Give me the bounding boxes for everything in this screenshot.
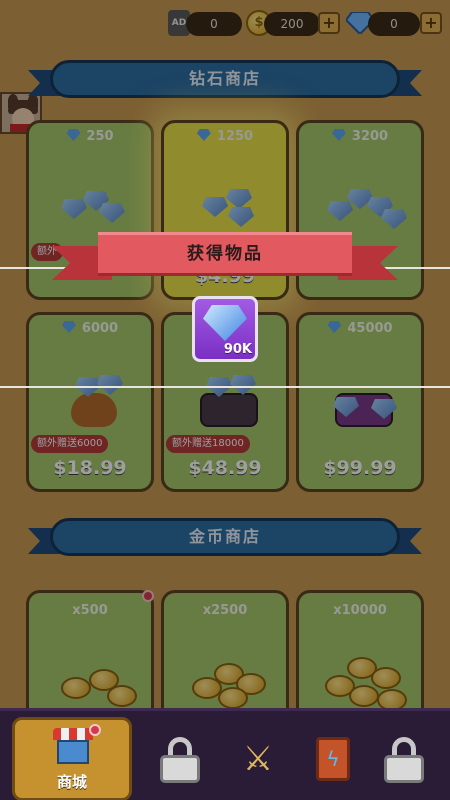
reward-item[interactable]: 90K [192, 296, 258, 362]
pack-amount: x2500 [202, 603, 248, 618]
coin-pile-icon [188, 663, 268, 713]
shop-icon [53, 728, 93, 764]
gem-counter: 0 [368, 12, 420, 36]
gem-icon [66, 129, 81, 141]
coin-counter: 200 [264, 12, 320, 36]
reward-popup-banner: 获得物品 [52, 226, 398, 286]
popup-bottom-line [0, 386, 450, 388]
crossed-swords-icon: ⚔ [242, 739, 274, 779]
pack-amount: x500 [72, 603, 108, 618]
pack-price: $18.99 [53, 457, 127, 479]
gem-icon [196, 129, 211, 141]
pack-amount: 3200 [351, 129, 389, 144]
bottom-nav: 商城 ⚔ ϟ [0, 708, 450, 800]
diamond-icon [203, 305, 247, 341]
gem-chest-icon [188, 375, 268, 427]
notification-dot [89, 724, 101, 736]
coin-pile-icon [323, 655, 407, 711]
pack-price: $48.99 [188, 457, 262, 479]
pack-amount: 1250 [216, 129, 254, 144]
bonus-badge: 额外赠送18000 [166, 435, 250, 453]
bonus-badge: 额外赠送6000 [31, 435, 109, 453]
gem-icon [61, 321, 76, 333]
diamond-shop-banner: 钻石商店 [28, 60, 422, 102]
lock-icon [160, 737, 200, 783]
diamond-shop-title: 钻石商店 [50, 60, 400, 98]
book-icon: ϟ [316, 737, 350, 781]
pack-price: $99.99 [323, 457, 397, 479]
nav-locked-2[interactable] [374, 725, 444, 795]
gold-shop-banner: 金币商店 [28, 518, 422, 560]
add-coins-button[interactable]: + [318, 12, 340, 34]
reward-popup-title: 获得物品 [98, 232, 352, 276]
gem-treasure-icon [323, 375, 403, 427]
lock-icon [384, 737, 424, 783]
ad-counter: 0 [186, 12, 242, 36]
add-gems-button[interactable]: + [420, 12, 442, 34]
diamond-pack-card[interactable]: 45000 $99.99 [296, 312, 424, 492]
pack-amount: 45000 [347, 321, 393, 336]
nav-shop[interactable]: 商城 [12, 717, 132, 800]
gem-bag-icon [53, 375, 133, 427]
nav-book[interactable]: ϟ [298, 725, 368, 795]
new-badge [142, 590, 154, 602]
pack-amount: 250 [86, 129, 114, 144]
diamond-pack-card[interactable]: 6000 额外赠送6000 $18.99 [26, 312, 154, 492]
game-screen: AD 0 $ 200 + 0 + 钻石商店 250 额外 1250 $4.99 [0, 0, 450, 800]
currency-bar: AD 0 $ 200 + 0 + [168, 8, 450, 38]
nav-battle[interactable]: ⚔ [222, 725, 292, 795]
pack-amount: 6000 [81, 321, 119, 336]
gem-icon [327, 321, 342, 333]
gem-icon [331, 129, 346, 141]
reward-amount: 90K [223, 342, 252, 357]
pack-amount: x10000 [333, 603, 387, 618]
nav-locked-1[interactable] [150, 725, 220, 795]
nav-shop-label: 商城 [56, 773, 87, 791]
gold-shop-title: 金币商店 [50, 518, 400, 556]
